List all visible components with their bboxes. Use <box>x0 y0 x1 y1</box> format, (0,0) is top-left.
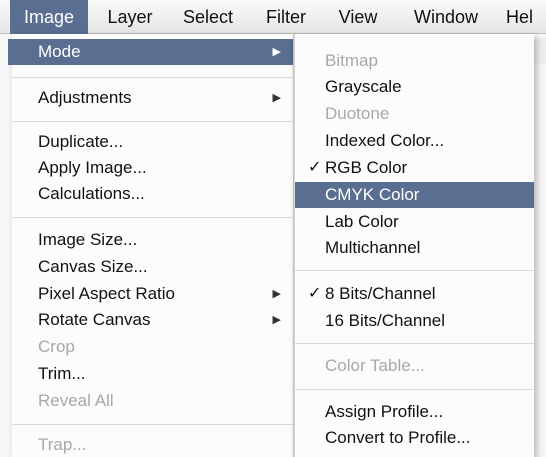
menubar-image[interactable]: Image <box>10 0 88 34</box>
mode-item-rgb-color[interactable]: ✓ RGB Color <box>295 155 534 181</box>
menu-bar: Image Layer Select Filter View Window He… <box>0 0 546 34</box>
menu-item-reveal-all: Reveal All <box>38 391 114 410</box>
submenu-arrow-icon: ▶ <box>272 288 281 300</box>
menu-separator <box>12 424 293 425</box>
image-menu: Mode ▶ Adjustments ▶ Duplicate... Apply … <box>8 34 294 457</box>
menubar-filter[interactable]: Filter <box>252 0 320 34</box>
mode-item-8-bits[interactable]: ✓ 8 Bits/Channel <box>295 281 534 307</box>
menu-item-duplicate[interactable]: Duplicate... <box>12 129 293 155</box>
menu-item-crop: Crop <box>38 337 75 356</box>
menu-item-canvas-size[interactable]: Canvas Size... <box>12 254 293 280</box>
menu-separator <box>295 270 534 271</box>
menu-separator <box>12 77 293 78</box>
submenu-arrow-icon: ▶ <box>272 314 281 326</box>
menu-separator <box>12 121 293 122</box>
menubar-window[interactable]: Window <box>398 0 494 34</box>
menu-item-rotate-canvas[interactable]: Rotate Canvas ▶ <box>12 307 293 333</box>
menu-separator <box>12 217 293 218</box>
menu-item-apply-image[interactable]: Apply Image... <box>12 155 293 181</box>
menu-separator <box>295 389 534 390</box>
menu-item-label: RGB Color <box>325 158 408 177</box>
check-icon: ✓ <box>308 285 322 302</box>
mode-item-multichannel[interactable]: Multichannel <box>295 235 534 261</box>
mode-item-bitmap: Bitmap <box>325 51 378 70</box>
mode-item-lab-color[interactable]: Lab Color <box>295 209 534 235</box>
mode-item-grayscale[interactable]: Grayscale <box>295 74 534 100</box>
menubar-help[interactable]: Hel <box>506 0 546 34</box>
menu-item-label: 8 Bits/Channel <box>325 284 436 303</box>
mode-item-color-table: Color Table... <box>325 356 425 375</box>
menu-item-mode[interactable]: Mode ▶ <box>8 39 293 65</box>
menu-item-label: Mode <box>38 42 81 61</box>
check-icon: ✓ <box>308 159 322 176</box>
mode-item-16-bits[interactable]: 16 Bits/Channel <box>295 308 534 334</box>
mode-item-duotone: Duotone <box>325 104 390 123</box>
menu-item-image-size[interactable]: Image Size... <box>12 227 293 253</box>
mode-item-assign-profile[interactable]: Assign Profile... <box>295 399 534 425</box>
submenu-arrow-icon: ▶ <box>272 92 281 104</box>
menu-item-trim[interactable]: Trim... <box>12 361 293 387</box>
menubar-select[interactable]: Select <box>170 0 246 34</box>
menu-item-pixel-aspect-ratio[interactable]: Pixel Aspect Ratio ▶ <box>12 281 293 307</box>
mode-item-indexed-color[interactable]: Indexed Color... <box>295 128 534 154</box>
submenu-arrow-icon: ▶ <box>272 46 281 58</box>
menu-item-adjustments[interactable]: Adjustments ▶ <box>12 85 293 111</box>
menubar-layer[interactable]: Layer <box>94 0 166 34</box>
menu-item-label: Adjustments <box>38 88 132 107</box>
menu-item-trap: Trap... <box>38 435 87 454</box>
menu-item-calculations[interactable]: Calculations... <box>12 181 293 207</box>
mode-item-cmyk-color[interactable]: CMYK Color <box>295 182 534 208</box>
menu-item-label: Rotate Canvas <box>38 310 151 329</box>
mode-item-convert-to-profile[interactable]: Convert to Profile... <box>295 425 534 451</box>
menu-separator <box>295 343 534 344</box>
mode-submenu: Bitmap Grayscale Duotone Indexed Color..… <box>294 34 534 457</box>
menu-item-label: Pixel Aspect Ratio <box>38 284 176 303</box>
menubar-view[interactable]: View <box>330 0 386 34</box>
